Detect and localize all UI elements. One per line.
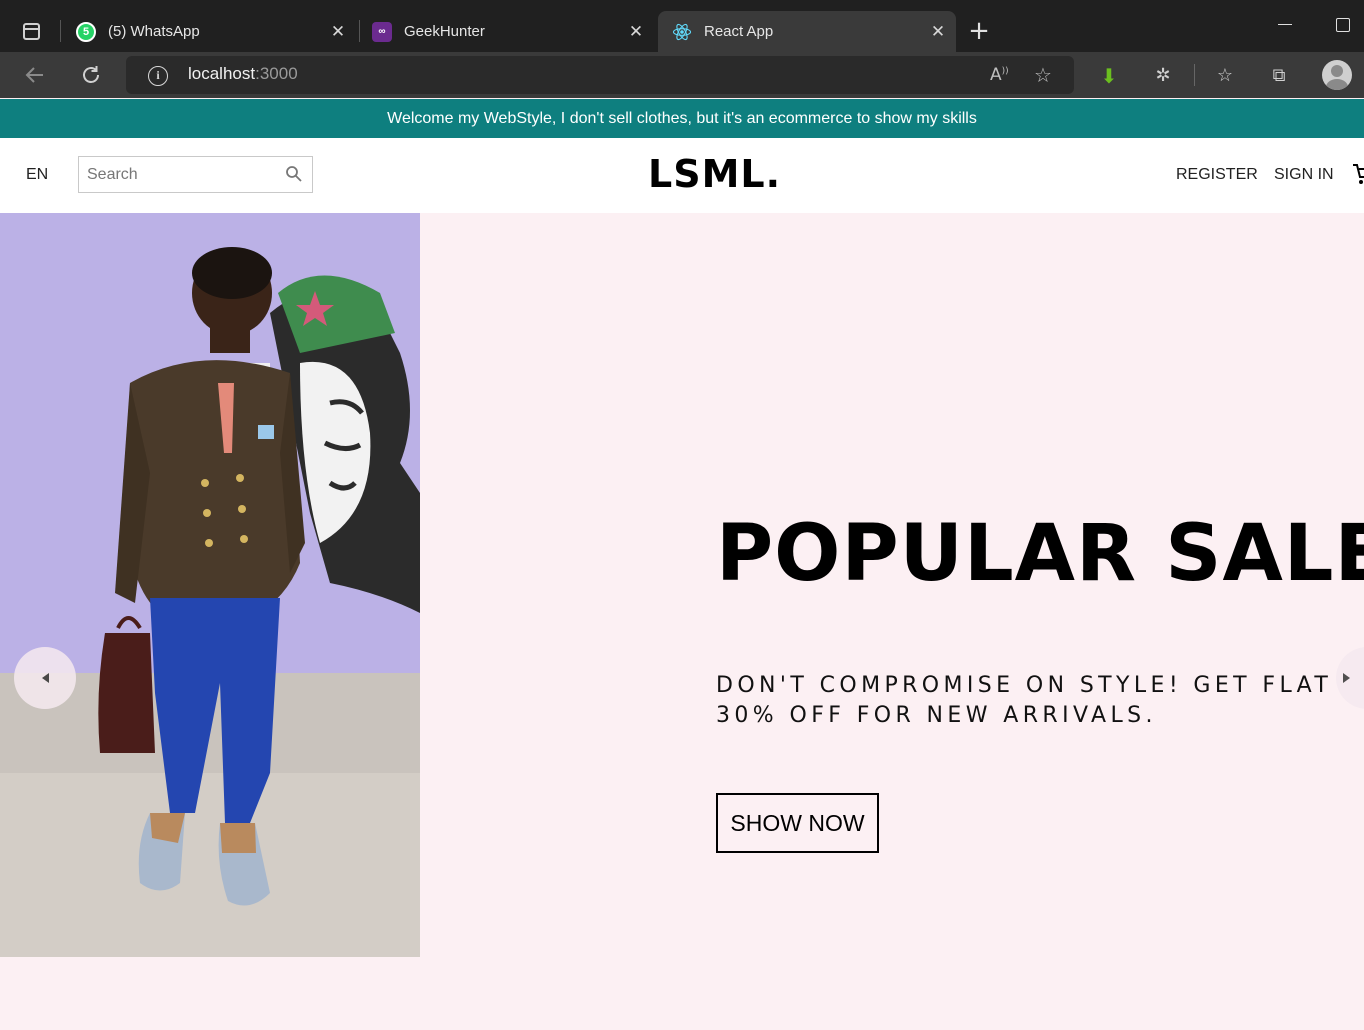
extensions-icon[interactable]: ✲ [1150, 64, 1176, 88]
react-icon [672, 22, 692, 42]
slider-prev-button[interactable] [14, 647, 76, 709]
site-navbar: EN LSML. REGISTER SIGN IN [0, 138, 1364, 213]
hero-model-image [0, 213, 420, 957]
site-logo[interactable]: LSML. [648, 152, 781, 196]
reload-icon[interactable] [76, 60, 106, 90]
sign-in-link[interactable]: SIGN IN [1274, 166, 1334, 184]
close-tab-icon[interactable]: ✕ [328, 22, 348, 42]
shopping-cart-icon[interactable] [1352, 162, 1364, 186]
tab-title: React App [704, 23, 774, 40]
geekhunter-icon: ∞ [372, 21, 392, 42]
profile-avatar-icon[interactable] [1322, 60, 1352, 90]
arrow-right-icon [1343, 673, 1350, 683]
read-aloud-icon[interactable]: A)) [990, 65, 1009, 85]
slide-description: DON'T COMPROMISE ON STYLE! GET FLAT 30% … [716, 673, 1333, 728]
address-bar[interactable]: i localhost:3000 A)) ☆ [126, 56, 1074, 94]
language-selector[interactable]: EN [26, 166, 48, 184]
browser-toolbar: i localhost:3000 A)) ☆ ⬇ ✲ ☆ ⧉ [0, 52, 1364, 98]
arrow-left-icon [42, 673, 49, 683]
new-tab-icon[interactable]: + [966, 18, 992, 44]
tab-separator [359, 20, 360, 42]
collections-icon[interactable]: ⧉ [1266, 64, 1292, 88]
tab-title: (5) WhatsApp [108, 23, 200, 40]
back-icon[interactable] [20, 60, 50, 90]
minimize-icon[interactable] [1278, 24, 1292, 25]
download-icon[interactable]: ⬇ [1096, 64, 1122, 88]
search-icon[interactable] [285, 165, 303, 183]
close-tab-icon[interactable]: ✕ [626, 22, 646, 42]
toolbar-separator [1194, 64, 1195, 86]
register-link[interactable]: REGISTER [1176, 166, 1258, 184]
tab-title: GeekHunter [404, 23, 485, 40]
add-favorite-icon[interactable]: ☆ [1034, 63, 1052, 87]
slider-next-button[interactable] [1336, 647, 1364, 709]
slide-title: POPULAR SALE [716, 509, 1364, 599]
show-now-button[interactable]: SHOW NOW [716, 793, 879, 853]
tab-actions-button[interactable] [10, 14, 52, 48]
maximize-icon[interactable] [1336, 18, 1350, 32]
browser-tab-strip: 5 (5) WhatsApp ✕ ∞ GeekHunter ✕ React Ap… [0, 0, 1364, 52]
tab-geekhunter[interactable]: ∞ GeekHunter ✕ [370, 11, 654, 52]
tab-actions-icon [22, 22, 40, 40]
tab-react-app[interactable]: React App ✕ [658, 11, 956, 52]
announcement-bar: Welcome my WebStyle, I don't sell clothe… [0, 99, 1364, 138]
close-tab-icon[interactable]: ✕ [928, 22, 948, 42]
search-input[interactable] [87, 164, 277, 186]
site-info-icon[interactable]: i [148, 66, 168, 86]
tab-separator [60, 20, 61, 42]
announcement-text: Welcome my WebStyle, I don't sell clothe… [387, 109, 977, 127]
tab-whatsapp[interactable]: 5 (5) WhatsApp ✕ [72, 11, 356, 52]
url-text[interactable]: localhost:3000 [188, 64, 298, 84]
whatsapp-icon: 5 [76, 21, 96, 42]
hero-slider: POPULAR SALE DON'T COMPROMISE ON STYLE! … [0, 213, 1364, 1030]
search-container [78, 156, 313, 193]
favorites-icon[interactable]: ☆ [1212, 64, 1238, 88]
